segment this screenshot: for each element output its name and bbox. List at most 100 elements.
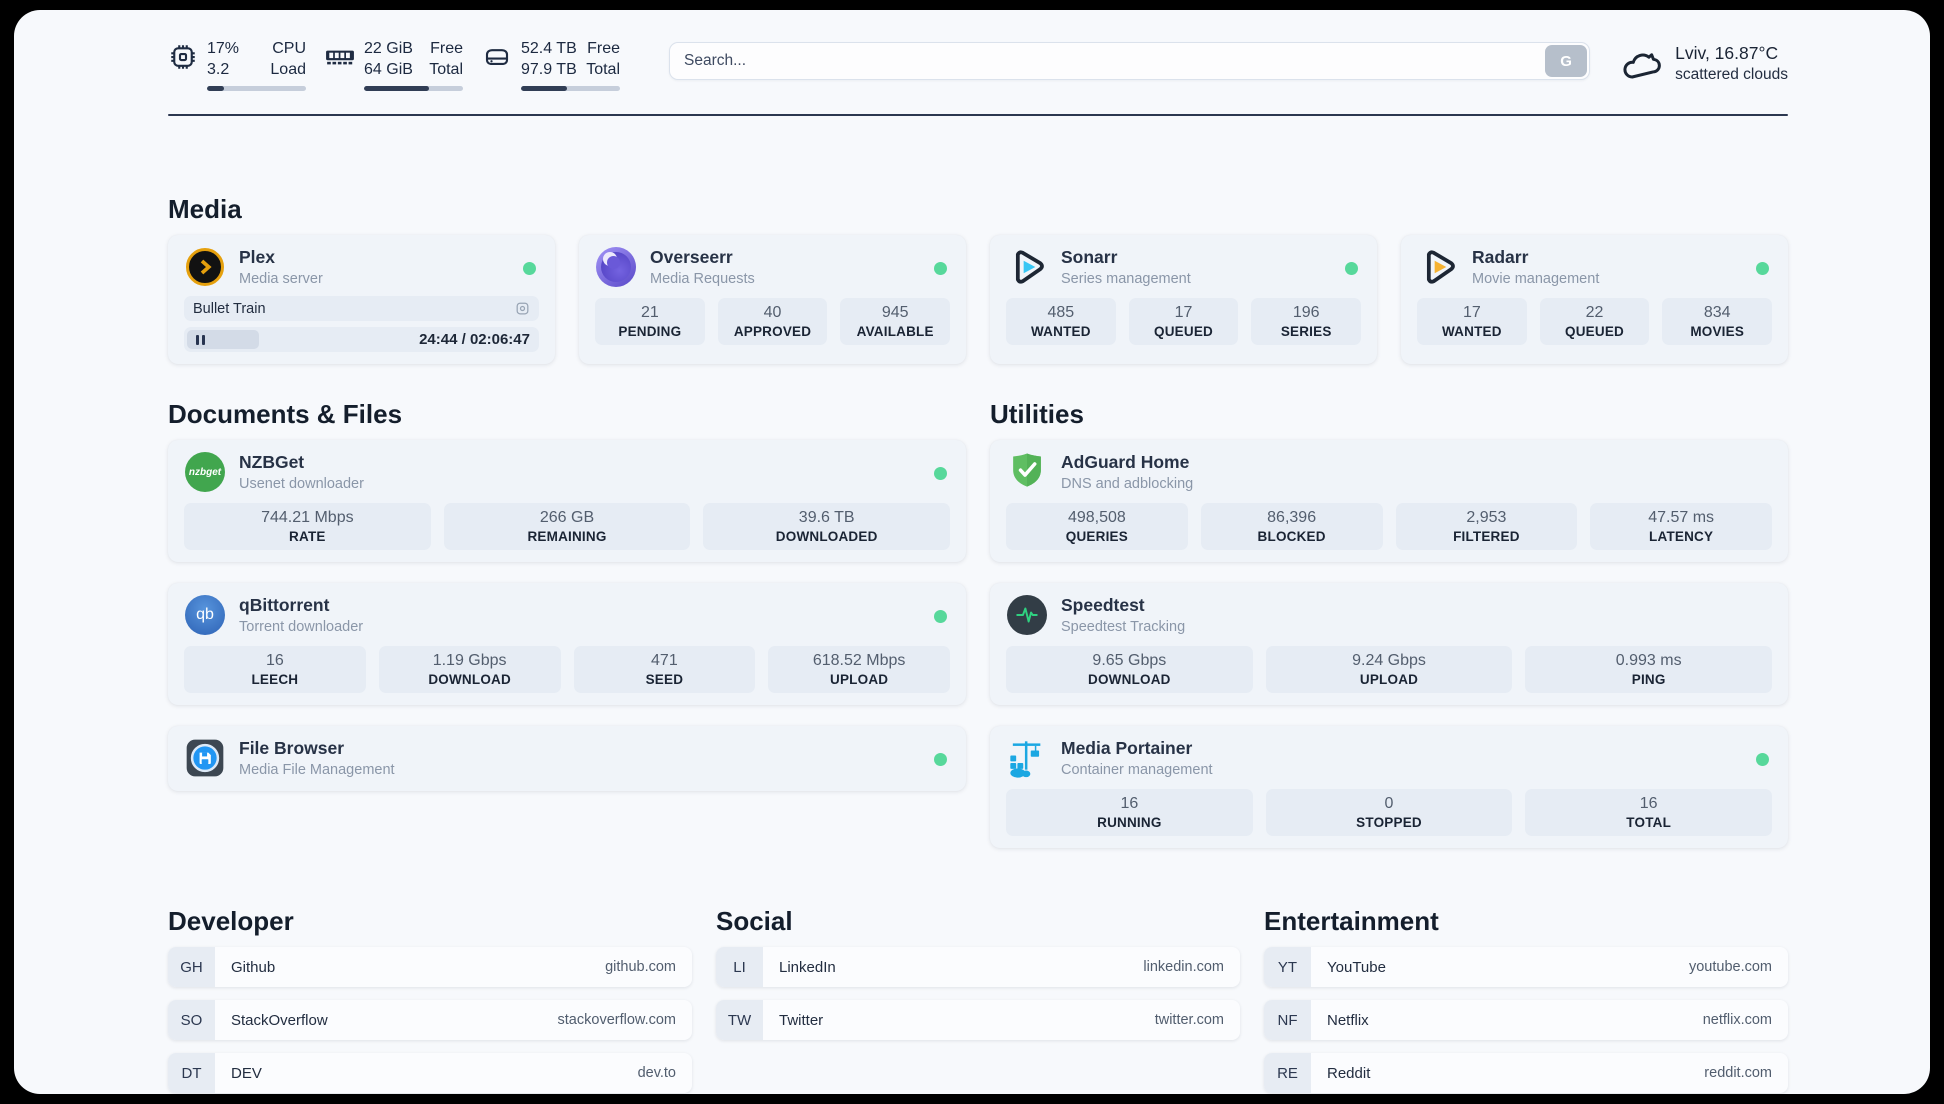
service-card-overseerr[interactable]: Overseerr Media Requests 21 PENDING 40 A… bbox=[579, 235, 966, 364]
bookmark-group-social: Social LI LinkedIn linkedin.com TW Twitt… bbox=[716, 906, 1240, 1040]
status-online-dot bbox=[934, 610, 947, 623]
bookmark-abbr: DT bbox=[168, 1053, 215, 1093]
section-heading-social: Social bbox=[716, 906, 793, 936]
stat-label: QUERIES bbox=[1065, 529, 1128, 544]
stat-box: 86,396 BLOCKED bbox=[1200, 503, 1383, 550]
stat-label: DOWNLOADED bbox=[775, 529, 878, 544]
bookmark-name: LinkedIn bbox=[779, 958, 836, 976]
stat-label: PING bbox=[1631, 672, 1666, 687]
memory-progress-fill bbox=[364, 85, 430, 91]
stat-label: RATE bbox=[289, 529, 326, 544]
service-card-sonarr[interactable]: Sonarr Series management 485 WANTED 17 Q… bbox=[990, 235, 1377, 364]
stat-value: 196 bbox=[1292, 304, 1320, 321]
stat-value: 485 bbox=[1047, 304, 1075, 321]
service-card-speedtest[interactable]: Speedtest Speedtest Tracking 9.65 Gbps D… bbox=[990, 583, 1788, 705]
stat-label: SEED bbox=[645, 672, 684, 687]
stat-label: DOWNLOAD bbox=[428, 672, 511, 687]
service-title: qBittorrent bbox=[239, 595, 330, 615]
bookmark-url: twitter.com bbox=[1154, 1012, 1224, 1028]
service-card-portainer[interactable]: Media Portainer Container management 16 … bbox=[990, 726, 1788, 848]
service-card-filebrowser[interactable]: File Browser Media File Management bbox=[168, 726, 966, 791]
filebrowser-icon bbox=[184, 737, 226, 779]
bookmark-dev[interactable]: DT DEV dev.to bbox=[168, 1053, 692, 1093]
section-heading-developer: Developer bbox=[168, 906, 294, 936]
bookmark-github[interactable]: GH Github github.com bbox=[168, 947, 692, 987]
service-card-adguard[interactable]: AdGuard Home DNS and adblocking 498,508 … bbox=[990, 440, 1788, 562]
service-card-qbittorrent[interactable]: qb qBittorrent Torrent downloader 16 LEE… bbox=[168, 583, 966, 705]
service-subtitle: Movie management bbox=[1472, 271, 1600, 287]
bookmark-name: DEV bbox=[231, 1064, 262, 1082]
service-subtitle: Usenet downloader bbox=[239, 476, 364, 492]
service-title: Sonarr bbox=[1061, 247, 1118, 267]
stat-box: 196 SERIES bbox=[1251, 298, 1362, 345]
disk-progress-bar bbox=[521, 85, 620, 91]
stat-box: 16 RUNNING bbox=[1006, 789, 1253, 836]
bookmark-url: stackoverflow.com bbox=[557, 1012, 676, 1028]
search-input[interactable] bbox=[670, 52, 1546, 70]
bookmark-netflix[interactable]: NF Netflix netflix.com bbox=[1264, 1000, 1788, 1040]
search-provider-button[interactable]: G bbox=[1545, 45, 1588, 77]
stat-box: 16 LEECH bbox=[184, 646, 366, 693]
bookmark-reddit[interactable]: RE Reddit reddit.com bbox=[1264, 1053, 1788, 1093]
adguard-icon bbox=[1006, 451, 1048, 493]
cloud-icon bbox=[1623, 53, 1661, 79]
bookmark-twitter[interactable]: TW Twitter twitter.com bbox=[716, 1000, 1240, 1040]
service-card-nzbget[interactable]: nzbget NZBGet Usenet downloader 744.21 M… bbox=[168, 440, 966, 562]
service-card-radarr[interactable]: Radarr Movie management 17 WANTED 22 QUE… bbox=[1401, 235, 1788, 364]
stat-label: AVAILABLE bbox=[856, 324, 934, 339]
playback-progress-row: 24:44 / 02:06:47 bbox=[184, 327, 539, 352]
service-card-plex[interactable]: Plex Media server Bullet Train 24:44 / 0… bbox=[168, 235, 555, 364]
service-title: Overseerr bbox=[650, 247, 733, 267]
stat-label: WANTED bbox=[1441, 324, 1502, 339]
plex-icon bbox=[186, 248, 224, 286]
stat-box: 22 QUEUED bbox=[1539, 298, 1650, 345]
stat-box: 744.21 Mbps RATE bbox=[184, 503, 431, 550]
bookmark-abbr: LI bbox=[716, 947, 763, 987]
stat-label: PENDING bbox=[618, 324, 682, 339]
service-subtitle: Speedtest Tracking bbox=[1061, 619, 1186, 635]
stat-label: BLOCKED bbox=[1257, 529, 1326, 544]
bookmark-abbr: GH bbox=[168, 947, 215, 987]
cpu-progress-bar bbox=[207, 85, 306, 91]
service-subtitle: Series management bbox=[1061, 271, 1191, 287]
cpu-icon bbox=[171, 45, 195, 69]
stat-value: 834 bbox=[1703, 304, 1731, 321]
section-heading-utilities: Utilities bbox=[990, 399, 1084, 429]
stat-value: 21 bbox=[640, 304, 659, 321]
stat-box: 9.24 Gbps UPLOAD bbox=[1265, 646, 1513, 693]
stat-label: DOWNLOAD bbox=[1088, 672, 1171, 687]
stat-value: 9.65 Gbps bbox=[1092, 652, 1167, 669]
bookmark-url: dev.to bbox=[637, 1065, 676, 1081]
bookmark-abbr: RE bbox=[1264, 1053, 1311, 1093]
stat-value: 16 bbox=[1120, 795, 1139, 812]
status-online-dot bbox=[1756, 262, 1769, 275]
stat-box: 498,508 QUERIES bbox=[1006, 503, 1188, 550]
service-subtitle: Container management bbox=[1061, 762, 1213, 778]
stat-value: 744.21 Mbps bbox=[261, 509, 354, 526]
bookmark-linkedin[interactable]: LI LinkedIn linkedin.com bbox=[716, 947, 1240, 987]
stat-value: 40 bbox=[763, 304, 782, 321]
cpu-load-value: 3.2 bbox=[207, 60, 230, 78]
weather-widget: Lviv, 16.87°C scattered clouds bbox=[1620, 42, 1788, 84]
nzbget-icon: nzbget bbox=[185, 452, 225, 492]
bookmark-stackoverflow[interactable]: SO StackOverflow stackoverflow.com bbox=[168, 1000, 692, 1040]
disk-total-value: 97.9 TB bbox=[521, 60, 577, 78]
qbittorrent-icon: qb bbox=[185, 595, 225, 635]
bookmark-youtube[interactable]: YT YouTube youtube.com bbox=[1264, 947, 1788, 987]
stat-box: 471 SEED bbox=[573, 646, 756, 693]
memory-free-label: Free bbox=[430, 40, 463, 57]
load-label: Load bbox=[270, 60, 306, 78]
stat-value: 0.993 ms bbox=[1615, 652, 1682, 669]
bookmark-group-entertainment: Entertainment YT YouTube youtube.com NF … bbox=[1264, 906, 1788, 1093]
speedtest-icon bbox=[1007, 595, 1047, 635]
stat-value: 47.57 ms bbox=[1648, 509, 1715, 526]
disk-free-label: Free bbox=[587, 40, 620, 57]
status-online-dot bbox=[934, 467, 947, 480]
stat-box: 17 WANTED bbox=[1417, 298, 1527, 345]
stat-value: 9.24 Gbps bbox=[1352, 652, 1426, 669]
stat-box: 39.6 TB DOWNLOADED bbox=[703, 503, 951, 550]
disk-total-label: Total bbox=[586, 60, 620, 78]
stat-value: 22 bbox=[1585, 304, 1604, 321]
stat-value: 618.52 Mbps bbox=[812, 652, 906, 669]
bookmark-name: Twitter bbox=[779, 1011, 824, 1029]
